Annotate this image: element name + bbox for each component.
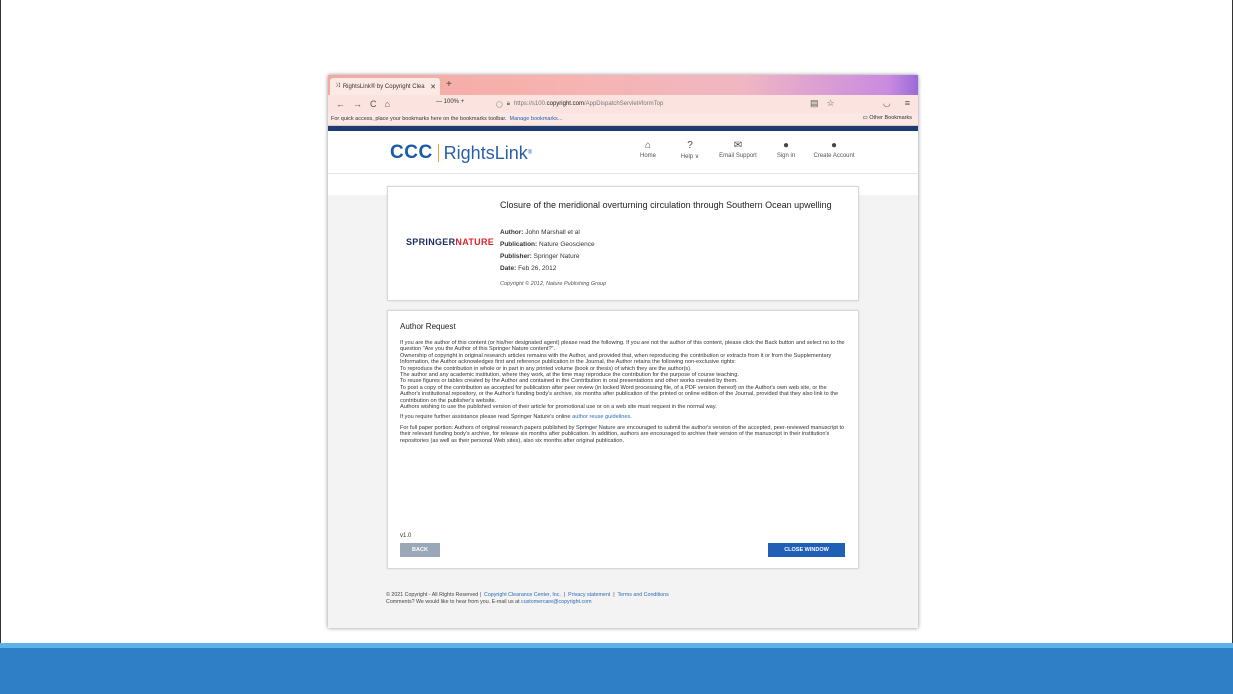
request-p1: If you are the author of this content (o… <box>400 340 845 353</box>
new-tab-icon[interactable]: + <box>446 79 452 90</box>
pocket-icon[interactable]: ◡ <box>883 98 891 109</box>
article-card: SPRINGERNATURE Closure of the meridional… <box>387 186 859 301</box>
reader-view-icon[interactable]: ▤ <box>810 98 819 109</box>
menu-icon[interactable]: ≡ <box>905 98 910 109</box>
date-value: Feb 26, 2012 <box>518 265 557 272</box>
bookmarks-toolbar: For quick access, place your bookmarks h… <box>328 113 918 126</box>
ccc-logo-text: CCC <box>390 142 433 163</box>
springer-nature-logo: SPRINGERNATURE <box>406 237 494 247</box>
tab-favicon-icon: ⤨ <box>335 83 340 89</box>
bookmarks-hint: For quick access, place your bookmarks h… <box>331 116 507 122</box>
author-request-card: Author Request If you are the author of … <box>387 310 859 569</box>
publication-value: Nature Geoscience <box>539 241 595 248</box>
page-footer: © 2021 Copyright - All Rights Reserved |… <box>386 592 669 606</box>
nav-email-support[interactable]: ✉ Email Support <box>711 140 765 160</box>
other-bookmarks[interactable]: ▭ Other Bookmarks <box>862 115 912 121</box>
nav-create-label: Create Account <box>813 153 855 159</box>
bookmark-star-icon[interactable]: ☆ <box>827 98 835 109</box>
browser-window: ⤨ RightsLink® by Copyright Clea ✕ + ← → … <box>328 75 918 628</box>
logo-springer: SPRINGER <box>406 237 456 247</box>
publisher-value: Springer Nature <box>533 253 580 260</box>
article-title: Closure of the meridional overturning ci… <box>500 200 832 210</box>
author-reuse-guidelines-link[interactable]: author reuse guidelines. <box>572 414 632 420</box>
publisher-label: Publisher: <box>500 253 532 260</box>
logo-nature: NATURE <box>455 237 495 247</box>
author-request-title: Author Request <box>400 322 456 331</box>
top-nav: ⌂ Home ? Help ∨ ✉ Email Support ● Sign i… <box>627 140 861 160</box>
article-publication: Publication: Nature Geoscience <box>500 241 595 248</box>
help-icon: ? <box>687 140 693 151</box>
footer-sep: | <box>563 592 566 598</box>
nav-help-label: Help ∨ <box>680 154 700 160</box>
tab-title: RightsLink® by Copyright Clea <box>342 83 425 90</box>
add-user-icon: ● <box>830 140 838 151</box>
request-assist: If you require further assistance please… <box>400 414 848 420</box>
back-icon[interactable]: ← <box>336 99 345 109</box>
footer-comments-row: Comments? We would like to hear from you… <box>386 599 669 606</box>
author-label: Author: <box>500 229 524 236</box>
terms-link[interactable]: Terms and Conditions <box>617 592 668 598</box>
site-header: CCC RightsLink ® ⌂ Home ? Help ∨ ✉ Email … <box>328 131 918 174</box>
nav-bar: ← → C ⌂ — 100% + ◯ 🔒︎ https://s100.copyr… <box>328 95 918 113</box>
nav-home[interactable]: ⌂ Home <box>627 140 669 160</box>
home-icon: ⌂ <box>644 140 652 151</box>
lock-icon: 🔒︎ <box>506 100 510 107</box>
manage-bookmarks-link[interactable]: Manage bookmarks... <box>509 116 562 122</box>
nav-help[interactable]: ? Help ∨ <box>669 140 711 160</box>
nav-signin-label: Sign in <box>776 153 796 159</box>
forward-icon[interactable]: → <box>353 99 362 109</box>
author-request-body: If you are the author of this content (o… <box>400 340 848 448</box>
nav-sign-in[interactable]: ● Sign in <box>765 140 807 160</box>
rightslink-logo: CCC RightsLink ® <box>390 142 532 164</box>
browser-tab[interactable]: ⤨ RightsLink® by Copyright Clea ✕ <box>330 78 440 95</box>
date-label: Date: <box>500 265 517 272</box>
zoom-level: 100% <box>443 99 460 105</box>
url-path: /AppDispatchServlet#formTop <box>583 101 664 107</box>
url-prefix: https://s100. <box>513 101 547 107</box>
back-button[interactable]: BACK <box>400 543 440 557</box>
assist-text: If you require further assistance please… <box>400 414 571 421</box>
article-date: Date: Feb 26, 2012 <box>500 265 556 272</box>
slide-bottom-band <box>0 643 1233 694</box>
footer-copyright: © 2021 Copyright - All Rights Reserved | <box>386 592 482 598</box>
other-bookmarks-label: Other Bookmarks <box>869 115 912 121</box>
folder-icon: ▭ <box>862 115 868 121</box>
article-copyright: Copyright © 2012, Nature Publishing Grou… <box>500 281 607 287</box>
url-bar[interactable]: ◯ 🔒︎ https://s100.copyright.com/AppDispa… <box>496 98 796 110</box>
request-full-paper: For full paper portion: Authors of origi… <box>400 424 845 444</box>
nav-create-account[interactable]: ● Create Account <box>807 140 861 160</box>
registered-mark: ® <box>527 150 533 156</box>
tab-bar: ⤨ RightsLink® by Copyright Clea ✕ + <box>328 75 918 95</box>
user-icon: ● <box>782 140 790 151</box>
nav-home-label: Home <box>639 153 656 159</box>
privacy-link[interactable]: Privacy statement <box>568 592 610 598</box>
zoom-controls[interactable]: — 100% + <box>436 99 464 105</box>
email-link[interactable]: customercare@copyright.com <box>521 599 591 605</box>
article-publisher: Publisher: Springer Nature <box>500 253 580 260</box>
close-window-button[interactable]: CLOSE WINDOW <box>768 543 845 557</box>
rightslink-logo-text: RightsLink <box>443 142 528 163</box>
logo-divider <box>437 144 439 162</box>
ccc-link[interactable]: Copyright Clearance Center, Inc. <box>484 592 561 598</box>
request-p2: Ownership of copyright in original resea… <box>400 352 832 366</box>
close-tab-icon[interactable]: ✕ <box>430 83 436 91</box>
shield-icon: ◯ <box>496 101 503 108</box>
version-label: v1.0 <box>400 533 412 539</box>
author-value: John Marshall et al <box>525 229 580 236</box>
envelope-icon: ✉ <box>733 140 743 151</box>
request-p6: To post a copy of the contribution as ac… <box>400 384 839 404</box>
footer-sep: | <box>613 592 615 598</box>
url-domain: copyright.com <box>546 101 584 107</box>
footer-comments: Comments? We would like to hear from you… <box>386 599 520 605</box>
footer-links-row: © 2021 Copyright - All Rights Reserved |… <box>386 592 669 599</box>
home-icon[interactable]: ⌂ <box>385 99 390 109</box>
article-author: Author: John Marshall et al <box>500 229 580 236</box>
request-p7: Authors wishing to use the published ver… <box>400 404 717 411</box>
publication-label: Publication: <box>500 241 538 248</box>
reload-icon[interactable]: C <box>370 99 377 109</box>
page-content: SPRINGERNATURE Closure of the meridional… <box>328 186 918 628</box>
nav-email-label: Email Support <box>719 153 757 159</box>
